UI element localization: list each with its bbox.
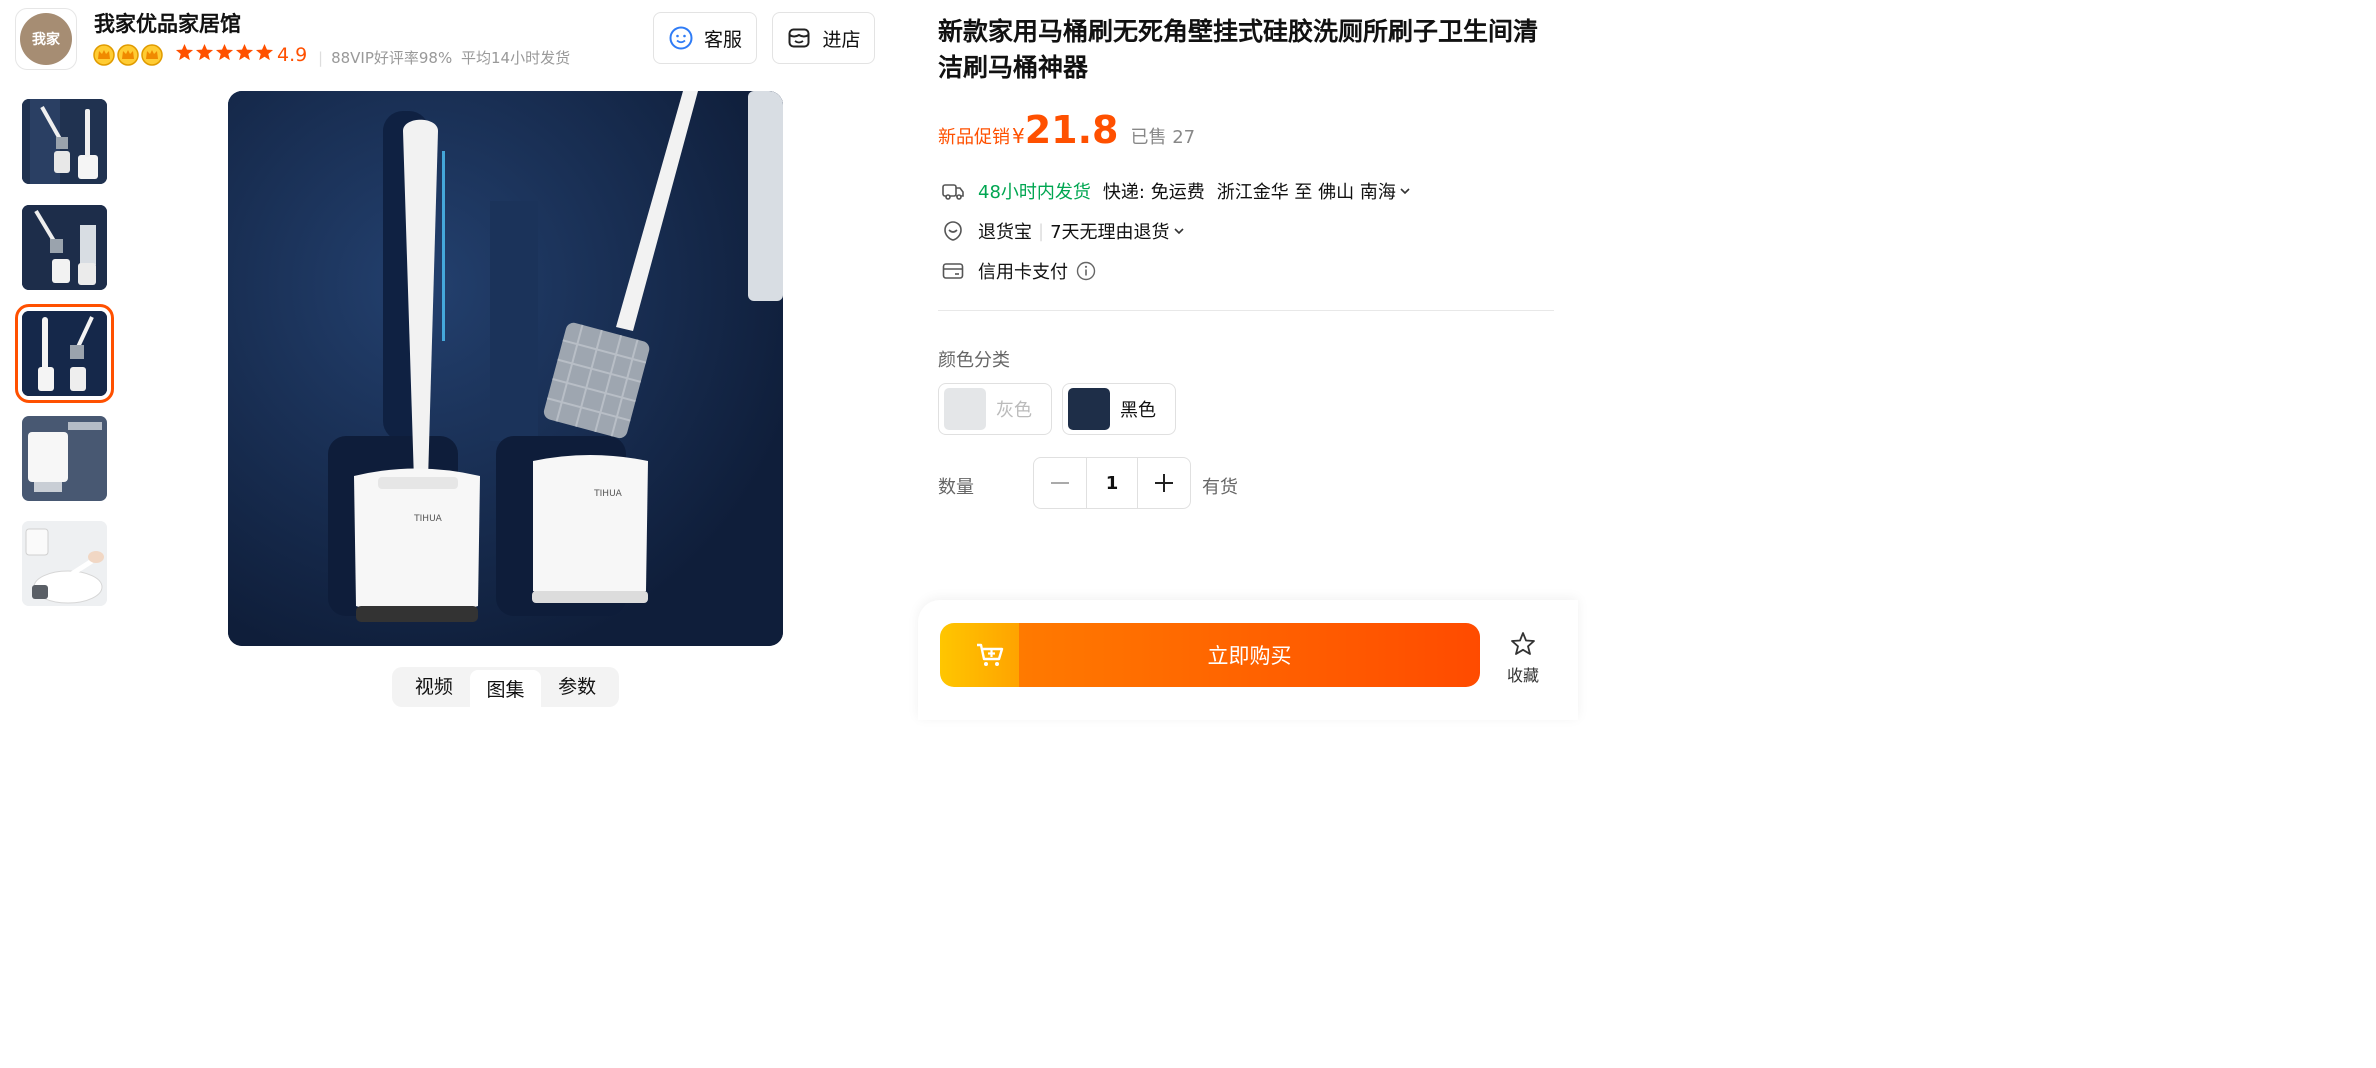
crown-icon xyxy=(141,44,163,66)
tab-gallery[interactable]: 图集 xyxy=(469,670,542,710)
star-icon xyxy=(175,43,194,61)
minus-icon xyxy=(1051,482,1069,484)
enter-store-button[interactable]: 进店 xyxy=(772,12,875,64)
divider: | xyxy=(1038,220,1045,242)
price: 21.8 xyxy=(1024,108,1119,152)
sku-option-gray-label: 灰色 xyxy=(996,400,1032,421)
truck-icon xyxy=(942,184,964,200)
quantity-value[interactable]: 1 xyxy=(1086,458,1138,508)
chevron-down-icon xyxy=(1173,228,1184,235)
brand-print: TIHUA xyxy=(593,489,623,499)
credit-card-icon xyxy=(942,263,964,279)
star-icon xyxy=(215,43,234,61)
sku-swatch-image xyxy=(1068,388,1110,430)
payment-label: 信用卡支付 xyxy=(978,262,1068,283)
favorite-button[interactable]: 收藏 xyxy=(1500,630,1546,686)
plus-icon xyxy=(1155,474,1173,492)
section-divider xyxy=(938,310,1554,311)
shop-logo[interactable]: 我家 xyxy=(15,8,77,70)
vip-review-rate-text: 88VIP好评率98% xyxy=(331,49,453,67)
decrease-quantity-button[interactable] xyxy=(1034,458,1086,508)
shipping-badge: 48小时内发货 xyxy=(978,182,1091,203)
thumbnail-image xyxy=(22,205,107,290)
tab-params[interactable]: 参数 xyxy=(541,667,613,707)
sold-count: 已售 27 xyxy=(1130,127,1196,148)
vip-review-rate: | 88VIP好评率98% xyxy=(318,49,453,67)
thumbnail-image xyxy=(22,521,107,606)
main-product-image[interactable]: TIHUA TIHUA xyxy=(228,91,783,646)
enter-store-label: 进店 xyxy=(822,28,861,51)
customer-service-button[interactable]: 客服 xyxy=(653,12,757,64)
thumbnail-3[interactable] xyxy=(15,304,114,403)
shop-crown-badges xyxy=(93,44,163,66)
rating-stars xyxy=(175,43,274,62)
sku-option-black-label: 黑色 xyxy=(1120,400,1156,421)
sku-swatch-image xyxy=(944,388,986,430)
customer-service-label: 客服 xyxy=(703,28,742,51)
currency-symbol: ¥ xyxy=(1012,124,1025,148)
thumbnail-image xyxy=(22,416,107,501)
star-icon xyxy=(235,43,254,61)
shop-name[interactable]: 我家优品家居馆 xyxy=(94,8,241,38)
product-title: 新款家用马桶刷无死角壁挂式硅胶洗厕所刷子卫生间清洁刷马桶神器 xyxy=(938,17,1539,82)
average-ship-time: 平均14小时发货 xyxy=(461,49,571,67)
thumbnail-1[interactable] xyxy=(22,99,107,184)
buy-now-button[interactable]: 立即购买 xyxy=(1019,623,1480,687)
brand-print: TIHUA xyxy=(413,514,443,524)
crown-icon xyxy=(117,44,139,66)
shipping-route: 浙江金华 至 佛山 南海 xyxy=(1216,182,1396,203)
shop-rating: 4.9 xyxy=(277,44,308,66)
courier-fee: 快递: 免运费 xyxy=(1102,182,1205,203)
crown-icon xyxy=(93,44,115,66)
thumbnail-image xyxy=(22,99,107,184)
tab-video[interactable]: 视频 xyxy=(398,667,470,707)
sku-label: 颜色分类 xyxy=(938,350,1010,371)
star-outline-icon xyxy=(1511,632,1535,655)
star-icon xyxy=(255,43,274,61)
returns-policy: 7天无理由退货 xyxy=(1050,222,1170,243)
shipping-row[interactable]: 48小时内发货 快递: 免运费 浙江金华 至 佛山 南海 xyxy=(941,178,1411,204)
product-photo: TIHUA TIHUA xyxy=(228,91,783,646)
sku-option-black[interactable]: 黑色 xyxy=(1062,383,1176,435)
thumbnail-2[interactable] xyxy=(22,205,107,290)
favorite-label: 收藏 xyxy=(1506,666,1539,685)
promo-label: 新品促销 xyxy=(938,127,1010,148)
returns-shield-icon xyxy=(944,221,962,241)
store-icon xyxy=(788,28,810,48)
sku-option-gray[interactable]: 灰色 xyxy=(938,383,1052,435)
thumbnail-4[interactable] xyxy=(22,416,107,501)
price-row: 新品促销 ¥ 21.8 已售 27 xyxy=(938,108,1195,152)
add-to-cart-icon xyxy=(977,643,1004,666)
thumbnail-image xyxy=(22,311,107,396)
returns-label: 退货宝 xyxy=(978,222,1032,243)
quantity-stepper: 1 xyxy=(1033,457,1191,509)
returns-row[interactable]: 退货宝 | 7天无理由退货 xyxy=(941,218,1185,244)
shop-logo-text: 我家 xyxy=(20,13,72,65)
stock-status: 有货 xyxy=(1202,477,1238,498)
chat-bubble-icon xyxy=(669,26,693,50)
payment-row: 信用卡支付 xyxy=(941,258,1096,284)
star-icon xyxy=(195,43,214,61)
increase-quantity-button[interactable] xyxy=(1138,458,1190,508)
quantity-label: 数量 xyxy=(938,477,974,498)
thumbnail-5[interactable] xyxy=(22,521,107,606)
media-tabs: 视频 图集 参数 xyxy=(392,667,619,710)
chevron-down-icon xyxy=(1400,188,1410,195)
info-icon[interactable] xyxy=(1076,261,1096,281)
